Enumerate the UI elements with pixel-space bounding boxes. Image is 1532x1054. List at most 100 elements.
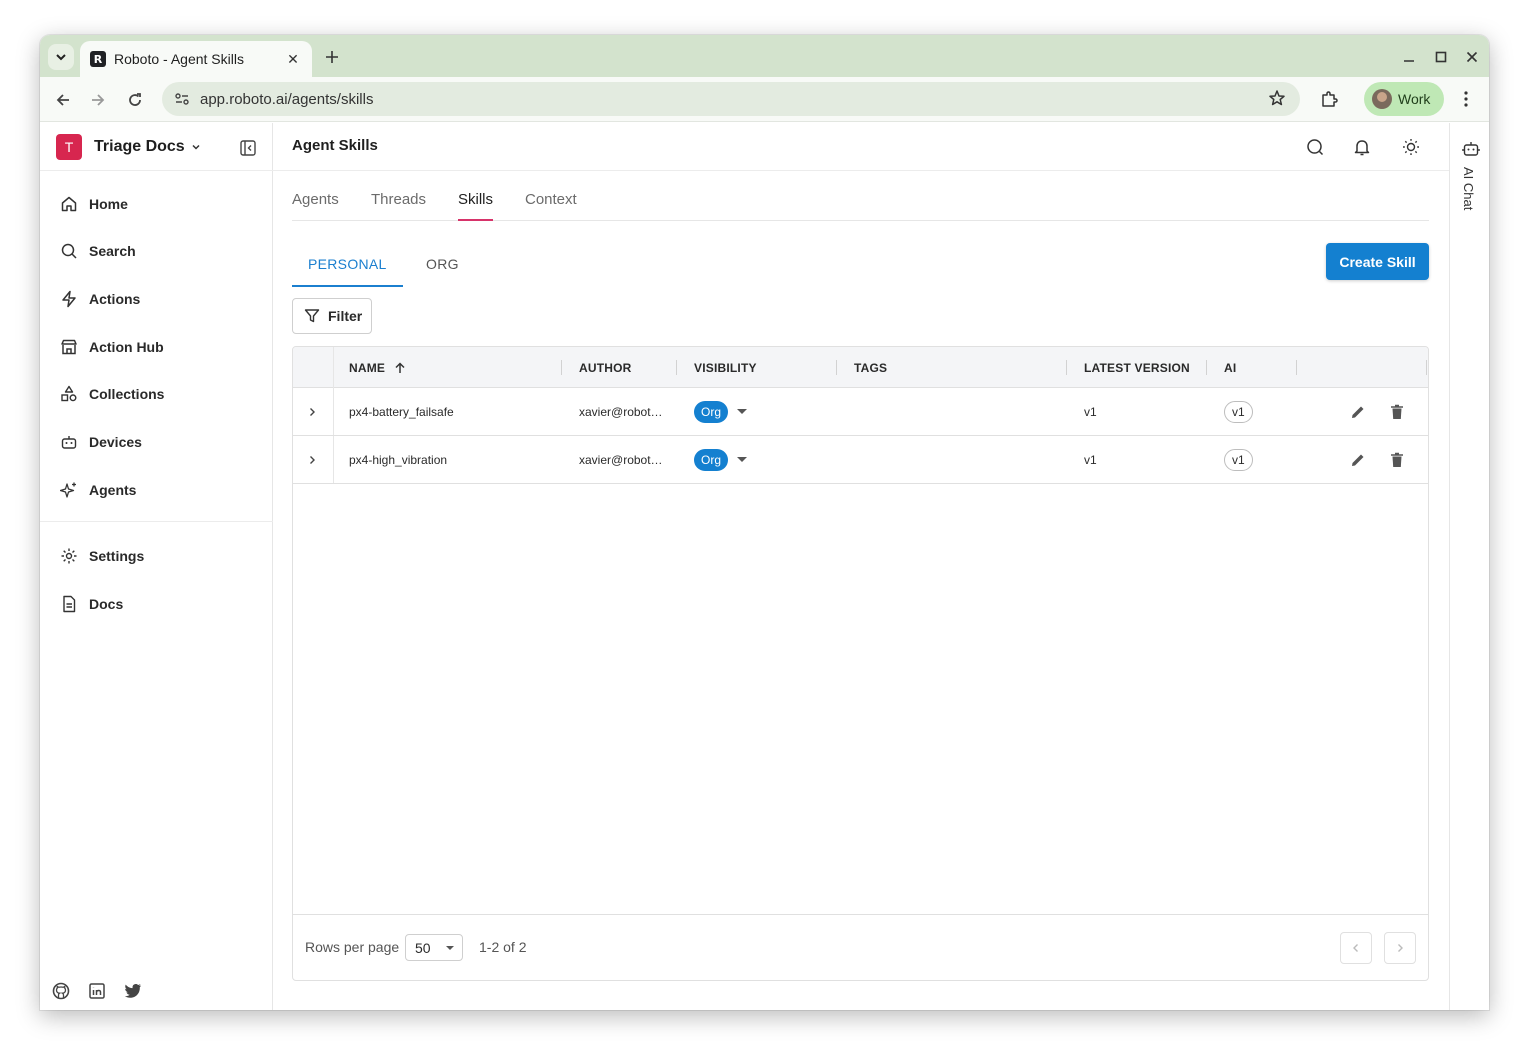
skill-latest-version: v1 [1084, 452, 1097, 467]
search-icon[interactable] [1303, 135, 1327, 159]
ai-chat-label[interactable]: AI Chat [1461, 167, 1476, 210]
tab-context[interactable]: Context [525, 191, 577, 221]
table-row[interactable]: px4-high_vibration xavier@robot… Org v1 … [293, 436, 1428, 484]
close-window-button[interactable] [1460, 45, 1484, 69]
column-header-tags[interactable]: TAGS [854, 347, 887, 388]
column-header-latest-version[interactable]: LATEST VERSION [1084, 347, 1190, 388]
search-icon [59, 241, 79, 261]
sidebar-item-search[interactable]: Search [40, 231, 273, 271]
extensions-button[interactable] [1316, 86, 1342, 112]
edit-icon[interactable] [1347, 401, 1369, 423]
column-header-author[interactable]: AUTHOR [579, 347, 632, 388]
close-tab-icon[interactable]: ✕ [284, 50, 302, 68]
browser-window: R Roboto - Agent Skills ✕ app.roboto.ai/… [40, 35, 1489, 1010]
trash-icon[interactable] [1386, 449, 1408, 471]
chevron-down-icon [56, 54, 66, 61]
sidebar-item-label: Collections [89, 386, 165, 402]
reload-icon [129, 93, 141, 106]
sidebar-item-label: Devices [89, 434, 142, 450]
sidebar-item-actions[interactable]: Actions [40, 279, 273, 319]
workspace-switcher[interactable]: T Triage Docs [56, 134, 201, 160]
expand-row-button[interactable] [307, 388, 317, 435]
sidebar-item-action-hub[interactable]: Action Hub [40, 327, 273, 367]
puzzle-icon [1322, 91, 1338, 107]
url-text: app.roboto.ai/agents/skills [200, 90, 374, 108]
next-page-button[interactable] [1384, 932, 1416, 964]
skill-author: xavier@robot… [579, 452, 663, 467]
tab-agents[interactable]: Agents [292, 191, 339, 221]
sidebar-item-label: Actions [89, 291, 141, 307]
skill-name[interactable]: px4-battery_failsafe [349, 388, 454, 435]
sidebar-item-settings[interactable]: Settings [40, 536, 273, 576]
robot-icon [59, 432, 79, 452]
github-icon[interactable] [50, 980, 72, 1002]
ai-bot-icon[interactable] [1461, 139, 1481, 159]
dropdown-caret-icon [737, 409, 748, 414]
sidebar: T Triage Docs Home Search Actions Action… [40, 123, 273, 1010]
profile-button[interactable]: Work [1364, 82, 1444, 116]
visibility-select[interactable]: Org [694, 436, 748, 483]
linkedin-icon[interactable] [86, 980, 108, 1002]
minimize-button[interactable] [1397, 45, 1421, 69]
table-row[interactable]: px4-battery_failsafe xavier@robot… Org v… [293, 388, 1428, 436]
previous-page-button[interactable] [1340, 932, 1372, 964]
ai-chat-rail[interactable]: AI Chat [1449, 123, 1489, 1010]
sidebar-item-label: Action Hub [89, 339, 164, 355]
browser-tab[interactable]: R Roboto - Agent Skills ✕ [80, 41, 312, 77]
store-icon [59, 337, 79, 357]
tab-search-button[interactable] [48, 44, 74, 70]
dropdown-caret-icon [737, 457, 748, 462]
filter-icon [304, 309, 320, 323]
new-tab-button[interactable] [320, 45, 344, 69]
plus-icon [326, 51, 338, 63]
column-header-visibility[interactable]: VISIBILITY [694, 347, 757, 388]
trash-icon[interactable] [1386, 401, 1408, 423]
sidebar-item-docs[interactable]: Docs [40, 584, 273, 624]
address-bar[interactable]: app.roboto.ai/agents/skills [162, 82, 1300, 116]
filter-button[interactable]: Filter [292, 298, 372, 334]
collapse-sidebar-button[interactable] [237, 137, 259, 159]
forward-button[interactable] [84, 86, 112, 114]
tab-personal[interactable]: PERSONAL [292, 245, 403, 287]
workspace-badge: T [56, 134, 82, 160]
sidebar-item-devices[interactable]: Devices [40, 422, 273, 462]
skill-name[interactable]: px4-high_vibration [349, 436, 447, 483]
reload-button[interactable] [121, 86, 149, 114]
bookmark-star-icon[interactable] [1268, 89, 1286, 112]
column-header-ai[interactable]: AI [1224, 347, 1236, 388]
chevron-down-icon [192, 144, 200, 150]
bell-icon[interactable] [1350, 135, 1374, 159]
maximize-button[interactable] [1429, 45, 1453, 69]
tab-threads[interactable]: Threads [371, 191, 426, 221]
more-vertical-icon [1464, 91, 1468, 107]
visibility-select[interactable]: Org [694, 388, 748, 435]
maximize-icon [1435, 51, 1447, 63]
gear-icon [59, 546, 79, 566]
site-info-icon[interactable] [172, 89, 192, 109]
back-button[interactable] [49, 86, 77, 114]
edit-icon[interactable] [1347, 449, 1369, 471]
sidebar-item-collections[interactable]: Collections [40, 374, 273, 414]
chevron-left-icon [1353, 944, 1358, 952]
shapes-icon [59, 384, 79, 404]
document-icon [59, 594, 79, 614]
expand-row-button[interactable] [307, 436, 317, 483]
theme-sun-icon[interactable] [1399, 135, 1423, 159]
tab-org[interactable]: ORG [410, 245, 475, 287]
main-content: Agent Skills Agents Threads Skills Conte… [273, 123, 1449, 1010]
create-skill-button[interactable]: Create Skill [1326, 243, 1429, 280]
page-header: Agent Skills [273, 123, 1449, 171]
dropdown-caret-icon [446, 946, 454, 950]
table-pagination: Rows per page 50 1-2 of 2 [293, 914, 1428, 980]
sidebar-item-home[interactable]: Home [40, 184, 273, 224]
sidebar-item-agents[interactable]: Agents [40, 470, 273, 510]
column-header-name[interactable]: NAME [349, 347, 406, 388]
skill-latest-version: v1 [1084, 404, 1097, 419]
visibility-pill: Org [694, 448, 729, 471]
sidebar-item-label: Search [89, 243, 136, 259]
bolt-icon [59, 289, 79, 309]
twitter-icon[interactable] [122, 980, 144, 1002]
tab-skills[interactable]: Skills [458, 191, 494, 221]
rows-per-page-select[interactable]: 50 [405, 934, 463, 961]
browser-menu-button[interactable] [1454, 86, 1478, 112]
